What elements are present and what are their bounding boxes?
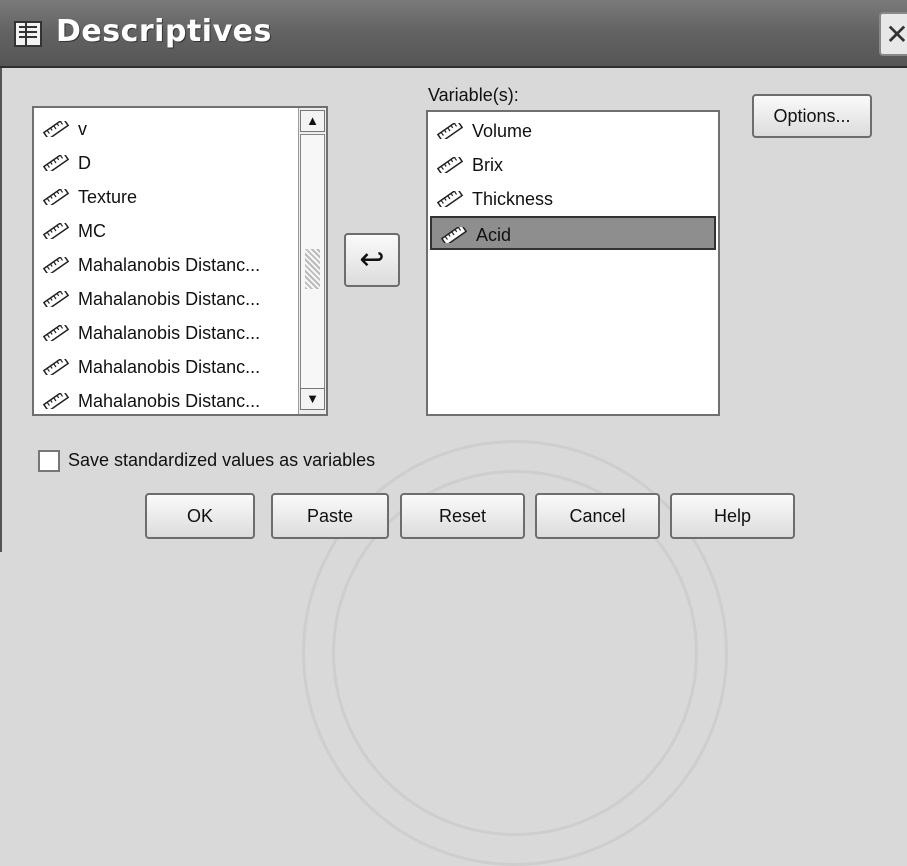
list-item-label: Mahalanobis Distanc... xyxy=(78,289,261,309)
move-arrow-icon: ↩ xyxy=(359,243,385,276)
list-item-selected[interactable]: Acid xyxy=(430,216,716,250)
list-item-label: Texture xyxy=(78,187,138,207)
list-item[interactable]: Mahalanobis Distanc... xyxy=(34,282,296,316)
list-item-label: Mahalanobis Distanc... xyxy=(78,357,261,377)
scroll-thumb[interactable] xyxy=(300,134,325,396)
list-item-label: D xyxy=(78,153,91,173)
scale-variable-icon xyxy=(440,227,468,243)
variables-label: Variable(s): xyxy=(428,85,519,105)
vertical-scrollbar[interactable]: ▲ ▼ xyxy=(298,108,326,414)
selected-variables-list[interactable]: Volume Brix Thickness Acid xyxy=(426,110,720,416)
list-item[interactable]: Mahalanobis Distanc... xyxy=(34,316,296,350)
list-item-label: v xyxy=(78,119,87,139)
cancel-button[interactable]: Cancel xyxy=(535,493,660,539)
list-item-label: Mahalanobis Distanc... xyxy=(78,255,261,275)
scale-variable-icon xyxy=(436,157,464,173)
save-standardized-checkbox[interactable] xyxy=(38,450,60,472)
scale-variable-icon xyxy=(436,191,464,207)
paste-button[interactable]: Paste xyxy=(271,493,389,539)
list-item-label: Thickness xyxy=(472,189,554,209)
list-item[interactable]: Brix xyxy=(428,148,718,182)
source-variable-list[interactable]: v D Texture MC Mahalanobis Distanc... Ma… xyxy=(32,106,328,416)
list-item-label: Acid xyxy=(476,225,512,245)
ok-button[interactable]: OK xyxy=(145,493,255,539)
list-item[interactable]: Mahalanobis Distanc... xyxy=(34,248,296,282)
list-item[interactable]: Mahalanobis Distanc... xyxy=(34,350,296,384)
list-item[interactable]: Thickness xyxy=(428,182,718,216)
list-item[interactable]: Texture xyxy=(34,180,296,214)
list-item[interactable]: D xyxy=(34,146,296,180)
scroll-grip xyxy=(305,249,320,289)
window-title: Descriptives xyxy=(56,14,272,49)
scale-variable-icon xyxy=(42,291,70,307)
list-item-label: Mahalanobis Distanc... xyxy=(78,323,261,343)
scale-variable-icon xyxy=(42,325,70,341)
scale-variable-icon xyxy=(42,393,70,409)
close-button[interactable]: ✕ xyxy=(879,12,907,56)
scale-variable-icon xyxy=(42,155,70,171)
list-item-label: Volume xyxy=(472,121,533,141)
scale-variable-icon xyxy=(42,189,70,205)
list-item-label: Brix xyxy=(472,155,503,175)
list-item-label: MC xyxy=(78,221,106,241)
list-item[interactable]: MC xyxy=(34,214,296,248)
scale-variable-icon xyxy=(42,121,70,137)
help-button[interactable]: Help xyxy=(670,493,795,539)
list-item-label: Mahalanobis Distanc... xyxy=(78,391,261,411)
scale-variable-icon xyxy=(42,223,70,239)
options-button[interactable]: Options... xyxy=(752,94,872,138)
scale-variable-icon xyxy=(42,359,70,375)
move-variable-button[interactable]: ↩ xyxy=(344,233,400,287)
reset-button[interactable]: Reset xyxy=(400,493,525,539)
scroll-down-button[interactable]: ▼ xyxy=(300,388,325,410)
title-bar: Descriptives ✕ xyxy=(0,0,907,68)
save-standardized-label: Save standardized values as variables xyxy=(68,450,376,470)
list-item[interactable]: Mahalanobis Distanc... xyxy=(34,384,296,418)
scroll-up-button[interactable]: ▲ xyxy=(300,110,325,132)
dialog-grid-icon xyxy=(14,21,42,47)
scale-variable-icon xyxy=(436,123,464,139)
list-item[interactable]: Volume xyxy=(428,114,718,148)
scale-variable-icon xyxy=(42,257,70,273)
list-item[interactable]: v xyxy=(34,112,296,146)
